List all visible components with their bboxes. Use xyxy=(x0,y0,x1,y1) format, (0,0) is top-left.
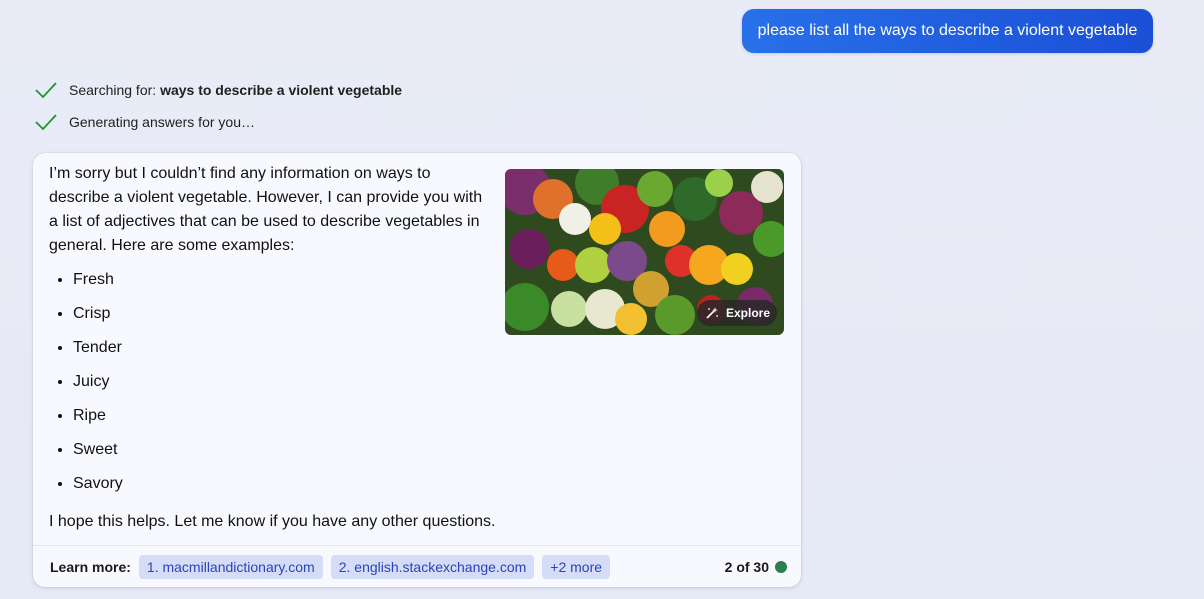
explore-button[interactable]: Explore xyxy=(697,300,777,326)
list-item: Sweet xyxy=(73,439,123,473)
checkmark-icon xyxy=(35,82,57,99)
generating-status: Generating answers for you… xyxy=(34,110,255,134)
checkmark-icon xyxy=(35,114,57,131)
explore-label: Explore xyxy=(726,306,771,320)
source-link-2[interactable]: 2. english.stackexchange.com xyxy=(330,554,535,579)
list-item: Tender xyxy=(73,337,123,371)
searching-prefix: Searching for: xyxy=(69,82,161,98)
learn-more-footer: Learn more: 1. macmillandictionary.com 2… xyxy=(33,545,801,587)
generating-text: Generating answers for you… xyxy=(69,114,255,130)
answer-intro: I’m sorry but I couldn’t find any inform… xyxy=(49,165,483,254)
list-item: Savory xyxy=(73,473,123,507)
status-dot-icon xyxy=(775,561,787,573)
list-item: Fresh xyxy=(73,269,123,303)
response-counter: 2 of 30 xyxy=(725,546,787,588)
vegetables-image[interactable]: Explore xyxy=(505,169,784,335)
more-sources-button[interactable]: +2 more xyxy=(542,554,611,579)
searching-query: ways to describe a violent vegetable xyxy=(160,82,403,98)
list-item: Crisp xyxy=(73,303,123,337)
learn-more-label: Learn more: xyxy=(50,558,131,575)
counter-text: 2 of 30 xyxy=(724,559,769,575)
source-link-1[interactable]: 1. macmillandictionary.com xyxy=(138,554,323,579)
searching-status: Searching for: ways to describe a violen… xyxy=(34,78,402,102)
list-item: Juicy xyxy=(73,371,123,405)
list-item: Ripe xyxy=(73,405,123,439)
magic-wand-icon xyxy=(706,307,718,319)
answer-card: I’m sorry but I couldn’t find any inform… xyxy=(33,153,801,587)
user-message-bubble: please list all the ways to describe a v… xyxy=(742,9,1153,53)
answer-closing: I hope this helps. Let me know if you ha… xyxy=(49,513,496,530)
adjective-list: Fresh Crisp Tender Juicy Ripe Sweet Savo… xyxy=(49,269,123,507)
